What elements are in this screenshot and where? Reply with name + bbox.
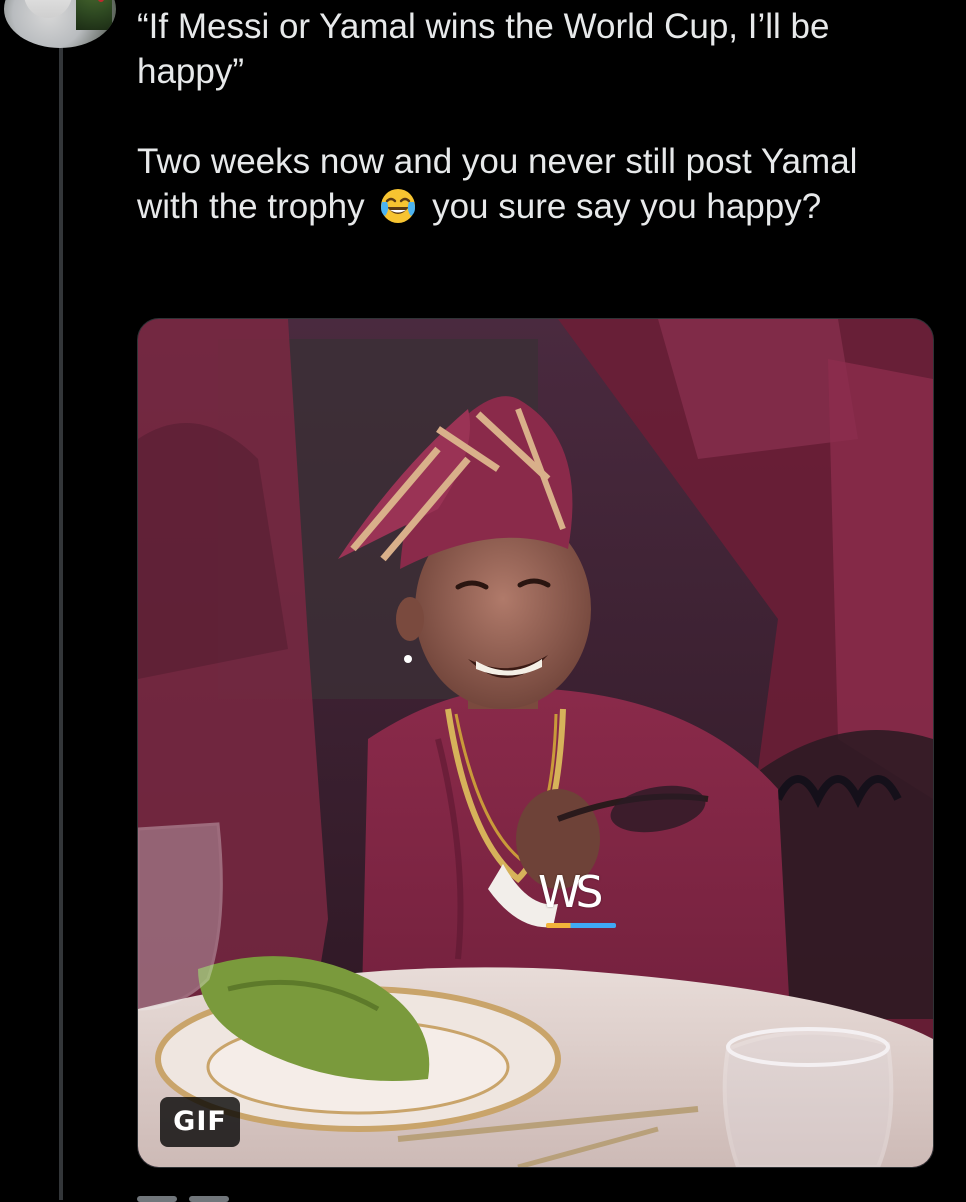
tweet-paragraph-quote: “If Messi or Yamal wins the World Cup, I… (137, 7, 830, 91)
tweet-body-text: you sure say you happy? (422, 187, 822, 226)
footer-fragment (137, 1196, 177, 1202)
gif-frame (138, 319, 933, 1167)
gif-media[interactable]: WS GIF (137, 318, 934, 1168)
tweet-paragraph-body: Two weeks now and you never still post Y… (137, 139, 927, 229)
face-with-tears-of-joy-icon (381, 189, 416, 223)
gif-badge: GIF (160, 1097, 240, 1147)
thread-connector-line (59, 38, 63, 1200)
avatar-figure (24, 0, 72, 18)
tweet-text: “If Messi or Yamal wins the World Cup, I… (137, 4, 927, 229)
avatar[interactable] (4, 0, 116, 48)
avatar-foliage (76, 0, 112, 30)
watermark-underline (546, 923, 616, 928)
footer-fragment (189, 1196, 229, 1202)
gif-watermark: WS (538, 867, 603, 918)
